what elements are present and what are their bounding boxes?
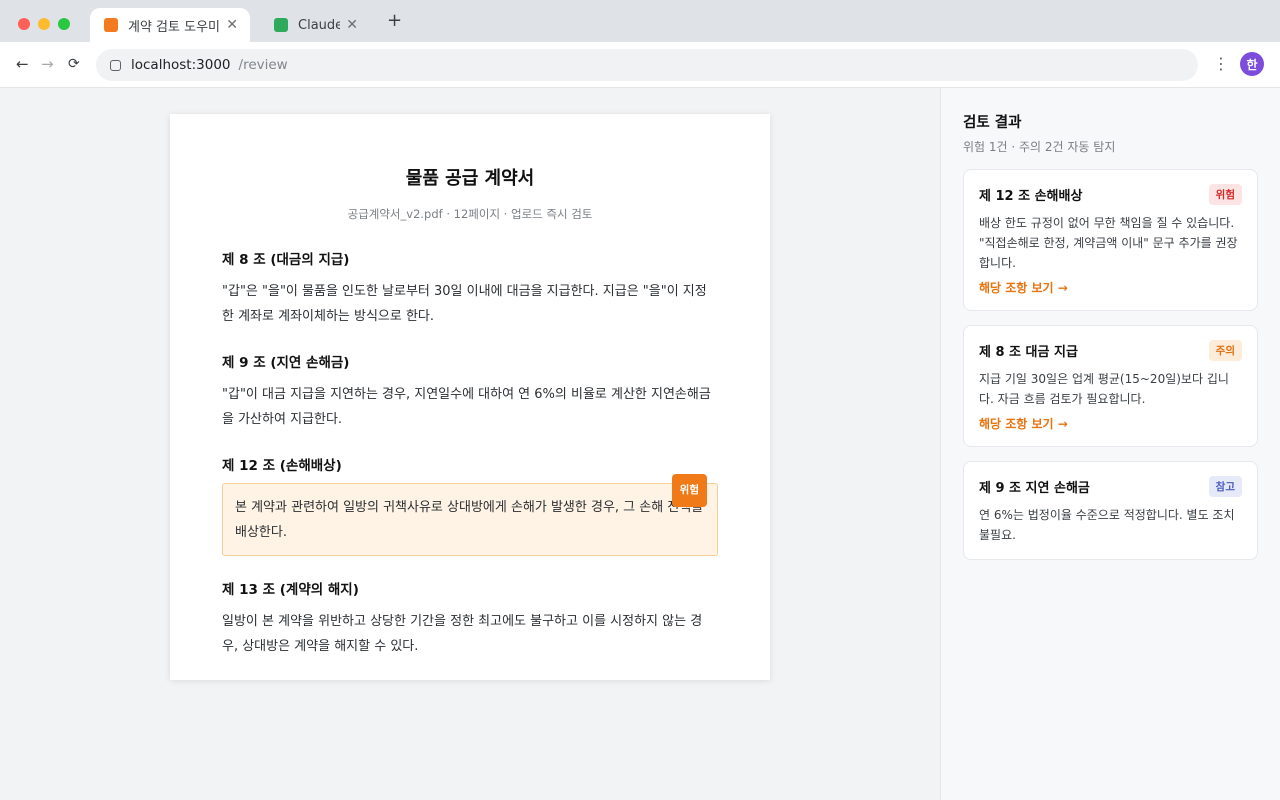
article-body: 일방이 본 계약을 위반하고 상당한 기간을 정한 최고에도 불구하고 이를 시… [222,614,703,654]
browser-toolbar: ← → ⟳ localhost:3000 /review ⋮ [0,42,1280,88]
minimize-window-button[interactable] [38,18,50,30]
highlighted-clause[interactable]: 위험 본 계약과 관련하여 일방의 귀책사유로 상대방에게 손해가 발생한 경우… [222,474,718,556]
document-meta: 공급계약서_v2.pdf · 12페이지 · 업로드 즉시 검토 [347,207,593,221]
risk-badge: 위험 [671,474,707,507]
article-12: 제 12 조 (손해배상) 위험 본 계약과 관련하여 일방의 귀책사유로 상대… [222,454,718,556]
tab-favicon-icon [274,18,288,32]
url-host: localhost:3000 [131,57,231,73]
card-title: 제 9 조 지연 손해금 [979,481,1090,496]
review-results-panel: 검토 결과 위험 1건 · 주의 2건 자동 탐지 제 12 조 손해배상 위험… [940,88,1280,800]
result-card-article-8[interactable]: 제 8 조 대금 지급 주의 지급 기일 30일은 업계 평균(15~20일)보… [963,325,1258,447]
tab-close-icon[interactable]: ✕ [226,17,238,33]
card-body: 배상 한도 규정이 없어 무한 책임을 질 수 있습니다. "직접손해로 한정,… [979,216,1238,270]
tab-close-icon[interactable]: ✕ [346,17,358,33]
document-viewer: 물품 공급 계약서 공급계약서_v2.pdf · 12페이지 · 업로드 즉시 … [0,88,940,800]
card-title: 제 12 조 손해배상 [979,189,1083,204]
new-tab-button[interactable]: + [387,10,402,31]
browser-tab-bar: 계약 검토 도우미 ✕ Claude ✕ + [0,0,1280,42]
tab-claude[interactable]: Claude ✕ [260,8,370,42]
app-content: 물품 공급 계약서 공급계약서_v2.pdf · 12페이지 · 업로드 즉시 … [0,88,1280,800]
tab-favicon-icon [104,18,118,32]
card-header: 제 8 조 대금 지급 주의 [979,340,1242,361]
risk-badge: 위험 [1208,184,1242,205]
panel-subtitle: 위험 1건 · 주의 2건 자동 탐지 [963,140,1116,154]
article-9: 제 9 조 (지연 손해금) "갑"이 대금 지급을 지연하는 경우, 지연일수… [222,351,718,432]
card-header: 제 12 조 손해배상 위험 [979,184,1242,205]
result-card-article-12[interactable]: 제 12 조 손해배상 위험 배상 한도 규정이 없어 무한 책임을 질 수 있… [963,169,1258,311]
forward-button[interactable]: → [41,55,54,73]
reload-button[interactable]: ⟳ [68,56,80,72]
article-body: "갑"이 대금 지급을 지연하는 경우, 지연일수에 대하여 연 6%의 비율로… [222,387,711,427]
profile-avatar[interactable]: 한 [1240,52,1264,76]
maximize-window-button[interactable] [58,18,70,30]
card-title: 제 8 조 대금 지급 [979,345,1078,360]
article-8: 제 8 조 (대금의 지급) "갑"은 "을"이 물품을 인도한 날로부터 30… [222,248,718,329]
document-page: 물품 공급 계약서 공급계약서_v2.pdf · 12페이지 · 업로드 즉시 … [170,114,770,680]
article-body: "갑"은 "을"이 물품을 인도한 날로부터 30일 이내에 대금을 지급한다.… [222,284,707,324]
panel-title: 검토 결과 [963,115,1022,131]
back-button[interactable]: ← [16,55,29,73]
view-clause-link[interactable]: 해당 조항 보기 → [979,279,1242,296]
tab-contract-review[interactable]: 계약 검토 도우미 ✕ [90,8,250,42]
address-bar[interactable]: localhost:3000 /review [96,49,1198,81]
article-heading: 제 9 조 (지연 손해금) [222,355,350,371]
url-path: /review [238,57,288,73]
card-body: 지급 기일 30일은 업계 평균(15~20일)보다 깁니다. 자금 흐름 검토… [979,372,1229,406]
window-controls [18,18,70,30]
tab-title: 계약 검토 도우미 [128,19,220,35]
card-header: 제 9 조 지연 손해금 참고 [979,476,1242,497]
browser-menu-icon[interactable]: ⋮ [1213,54,1229,73]
document-title: 물품 공급 계약서 [405,168,535,189]
warning-badge: 주의 [1208,340,1242,361]
site-info-icon[interactable] [110,59,121,71]
article-heading: 제 8 조 (대금의 지급) [222,252,350,268]
info-badge: 참고 [1208,476,1242,497]
tab-title: Claude [298,17,341,33]
article-heading: 제 12 조 (손해배상) [222,458,342,474]
view-clause-link[interactable]: 해당 조항 보기 → [979,415,1242,432]
result-card-article-9[interactable]: 제 9 조 지연 손해금 참고 연 6%는 법정이율 수준으로 적정합니다. 별… [963,461,1258,560]
article-body: 본 계약과 관련하여 일방의 귀책사유로 상대방에게 손해가 발생한 경우, 그… [235,500,704,540]
article-13: 제 13 조 (계약의 해지) 일방이 본 계약을 위반하고 상당한 기간을 정… [222,578,718,659]
card-body: 연 6%는 법정이율 수준으로 적정합니다. 별도 조치 불필요. [979,508,1235,542]
article-heading: 제 13 조 (계약의 해지) [222,582,359,598]
close-window-button[interactable] [18,18,30,30]
